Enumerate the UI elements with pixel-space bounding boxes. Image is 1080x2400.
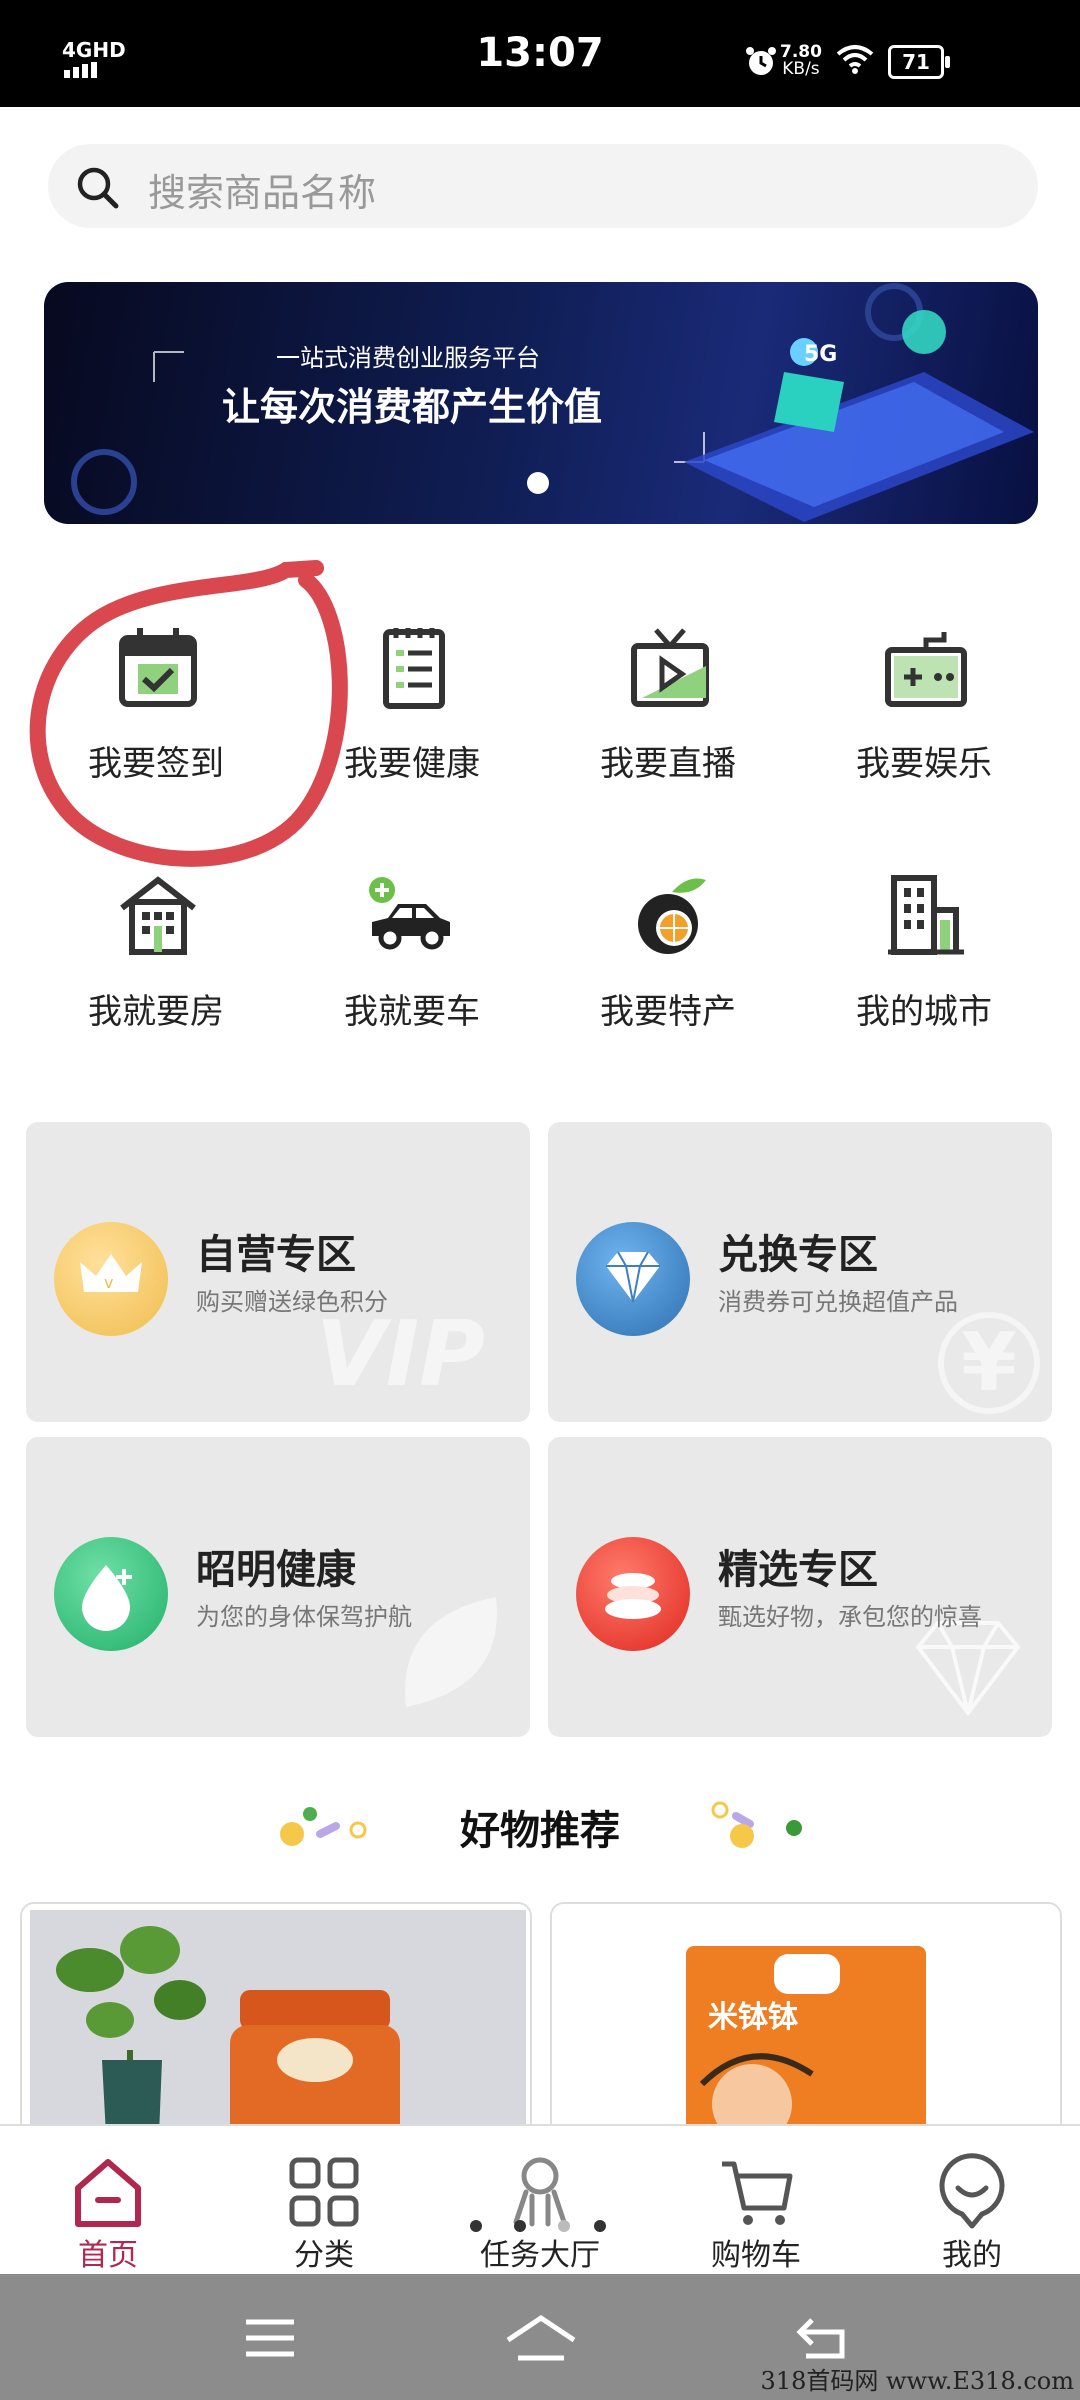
search-bar[interactable]: 搜索商品名称 <box>48 144 1038 228</box>
smile-icon <box>939 2153 1005 2229</box>
car-icon <box>369 877 450 950</box>
zone-title: 昭明健康 <box>196 1547 356 1593</box>
banner-5g-badge: 5G <box>804 342 838 367</box>
water-drop-icon <box>54 1537 168 1651</box>
yen-watermark: ¥ <box>938 1312 1040 1414</box>
tab-category[interactable]: 分类 <box>216 2126 432 2276</box>
menu-item-live[interactable]: 我要直播 <box>568 626 768 796</box>
tab-task-hall[interactable]: 任务大厅 <box>432 2126 648 2276</box>
zone-title: 兑换专区 <box>718 1232 878 1278</box>
zone-title: 精选专区 <box>718 1547 878 1593</box>
net-speed-unit: KB/s <box>782 59 820 79</box>
zone-card-health[interactable]: 昭明健康 为您的身体保驾护航 <box>26 1437 530 1737</box>
menu-icon[interactable] <box>242 2316 298 2360</box>
alarm-icon <box>744 44 778 82</box>
vip-watermark: VIP <box>316 1302 486 1407</box>
wifi-icon <box>836 44 874 78</box>
home-icon <box>75 2159 141 2227</box>
menu-item-label: 我要直播 <box>600 744 736 784</box>
search-icon <box>74 164 120 214</box>
tab-cart[interactable]: 购物车 <box>648 2126 864 2276</box>
tab-label: 分类 <box>294 2238 354 2273</box>
section-title: 好物推荐 <box>460 1808 620 1854</box>
zone-card-self-operated[interactable]: VIP v 自营专区 购买赠送绿色积分 <box>26 1122 530 1422</box>
back-icon[interactable] <box>794 2314 850 2364</box>
grid-icon <box>289 2157 359 2227</box>
cart-icon <box>722 2161 793 2225</box>
title-decoration-right-icon <box>711 1801 802 1848</box>
site-watermark: 318首码网 www.E318.com <box>760 2367 1074 2395</box>
zone-desc: 为您的身体保驾护航 <box>196 1603 412 1631</box>
zone-title: 自营专区 <box>196 1232 356 1278</box>
tab-label: 我的 <box>942 2238 1002 2273</box>
leaf-watermark-icon <box>405 1597 497 1707</box>
promo-banner[interactable]: 5G 一站式消费创业服务平台 让每次消费都产生价值 <box>44 282 1038 524</box>
zone-card-selected[interactable]: 精选专区 甄选好物，承包您的惊喜 <box>548 1437 1052 1737</box>
coins-icon <box>576 1537 690 1651</box>
zone-desc: 购买赠送绿色积分 <box>196 1288 388 1316</box>
tv-play-icon <box>631 628 709 707</box>
menu-item-house[interactable]: 我就要房 <box>56 874 256 1044</box>
zone-desc: 消费券可兑换超值产品 <box>718 1288 958 1316</box>
tab-home[interactable]: 首页 <box>0 2126 216 2276</box>
battery-indicator: 71 <box>888 45 950 79</box>
orange-fruit-icon <box>638 878 706 954</box>
home-nav-icon[interactable] <box>504 2314 578 2364</box>
menu-item-car[interactable]: 我就要车 <box>312 874 512 1044</box>
diamond-icon <box>576 1222 690 1336</box>
banner-subtitle: 一站式消费创业服务平台 <box>276 344 540 372</box>
menu-item-label: 我的城市 <box>856 992 992 1032</box>
gamepad-icon <box>885 632 967 707</box>
menu-item-city[interactable]: 我的城市 <box>824 874 1024 1044</box>
bottom-tab-bar: 首页 分类 任务大厅 购物车 我的 <box>0 2124 1080 2276</box>
diamond-watermark-icon <box>915 1621 1021 1717</box>
annotation-circle <box>29 560 348 867</box>
menu-item-label: 我就要房 <box>88 992 224 1032</box>
tab-label: 首页 <box>78 2238 138 2273</box>
status-bar: 4GHD 13:07 7.80 KB/s 71 <box>0 0 1080 107</box>
menu-item-entertainment[interactable]: 我要娱乐 <box>824 626 1024 796</box>
menu-item-label: 我就要车 <box>344 992 480 1032</box>
menu-item-specialty[interactable]: 我要特产 <box>568 874 768 1044</box>
menu-item-label: 我要娱乐 <box>856 744 992 784</box>
banner-title: 让每次消费都产生价值 <box>222 385 603 429</box>
zone-desc: 甄选好物，承包您的惊喜 <box>718 1603 982 1631</box>
tab-profile[interactable]: 我的 <box>864 2126 1080 2276</box>
city-icon <box>888 875 964 955</box>
clipboard-list-icon <box>383 628 445 709</box>
tab-label: 购物车 <box>711 2238 801 2273</box>
tab-label: 任务大厅 <box>480 2238 600 2273</box>
menu-item-label: 我要特产 <box>600 992 736 1032</box>
zone-card-exchange[interactable]: ¥ 兑换专区 消费券可兑换超值产品 <box>548 1122 1052 1422</box>
building-icon <box>120 876 196 955</box>
search-input[interactable]: 搜索商品名称 <box>148 162 376 217</box>
svg-text:v: v <box>104 1273 113 1292</box>
banner-pagination-dot[interactable] <box>527 472 549 494</box>
crown-icon: v <box>54 1222 168 1336</box>
net-speed: 7.80 KB/s <box>780 44 822 78</box>
product-brand: 米钵钵 <box>708 2000 798 2035</box>
